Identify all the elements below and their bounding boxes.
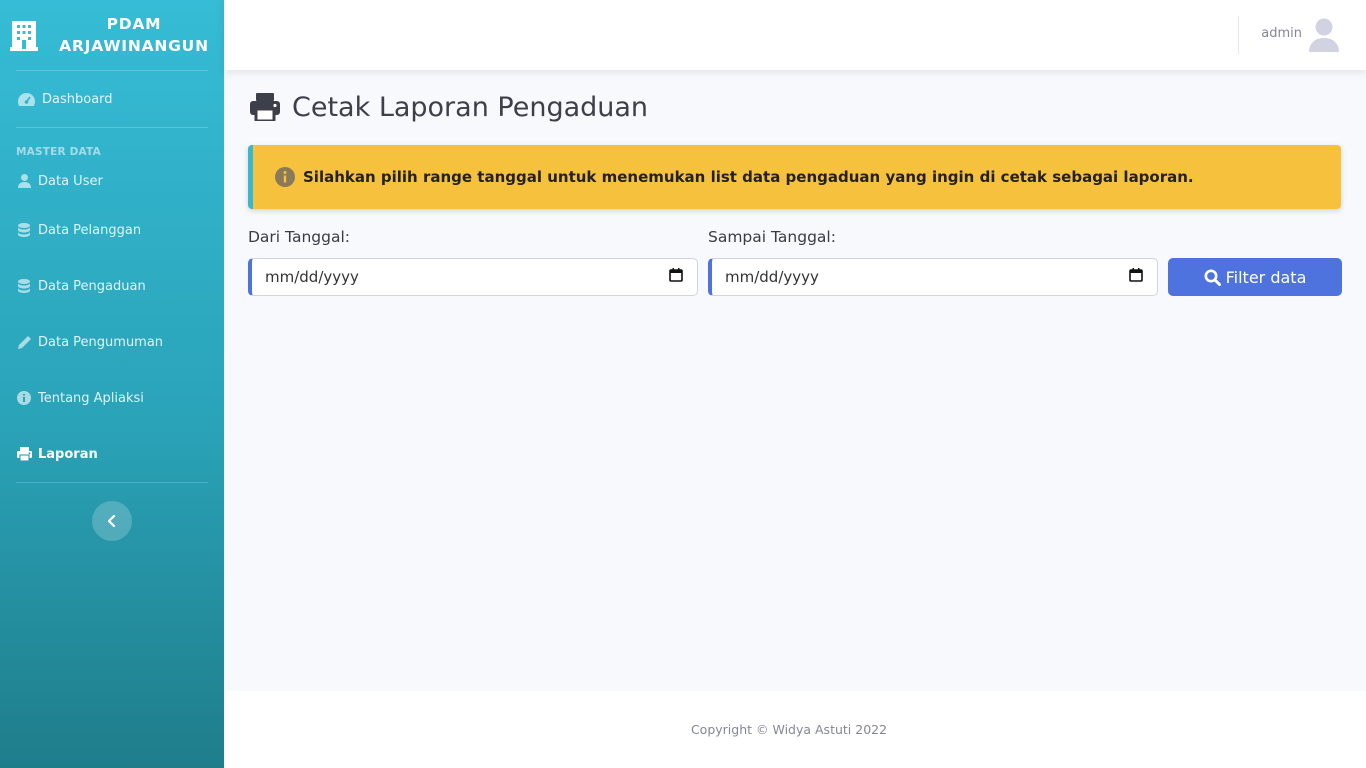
database-icon	[16, 278, 32, 294]
from-date-input[interactable]: mm/dd/yyyy	[248, 258, 698, 296]
sidebar-item-label: Data Pelanggan	[38, 222, 142, 238]
sidebar-item-data-user[interactable]: Data User	[0, 160, 224, 202]
print-icon	[250, 92, 280, 123]
copyright-text: Copyright © Widya Astuti 2022	[690, 722, 888, 737]
alert-text: Silahkan pilih range tanggal untuk menem…	[303, 168, 1194, 186]
filter-data-button[interactable]: Filter data	[1168, 258, 1342, 296]
sidebar-item-label: Data Pengaduan	[38, 278, 146, 294]
calendar-icon[interactable]	[1129, 268, 1143, 286]
topbar-divider	[1238, 16, 1239, 54]
user-avatar-icon[interactable]	[1308, 18, 1340, 52]
sidebar: PDAM ARJAWINANGUN Dashboard MASTER DATA …	[0, 0, 224, 768]
calendar-icon[interactable]	[669, 268, 683, 286]
pencil-icon	[16, 334, 32, 350]
page-title: Cetak Laporan Pengaduan	[250, 92, 648, 123]
info-circle-icon	[16, 390, 32, 406]
sidebar-item-label: Tentang Apliaksi	[38, 390, 144, 406]
topbar: admin	[224, 0, 1366, 70]
info-circle-icon	[275, 167, 295, 187]
print-icon	[16, 446, 32, 462]
main-content: Cetak Laporan Pengaduan Silahkan pilih r…	[224, 70, 1366, 691]
sidebar-item-tentang-aplikasi[interactable]: Tentang Apliaksi	[0, 370, 224, 426]
sidebar-item-data-pelanggan[interactable]: Data Pelanggan	[0, 202, 224, 258]
sidebar-item-data-pengumuman[interactable]: Data Pengumuman	[0, 314, 224, 370]
sidebar-item-laporan[interactable]: Laporan	[0, 426, 224, 482]
sidebar-item-label: Data Pengumuman	[38, 334, 164, 350]
user-icon	[16, 173, 32, 189]
sidebar-item-data-pengaduan[interactable]: Data Pengaduan	[0, 258, 224, 314]
sidebar-item-label: Data User	[38, 173, 103, 189]
to-date-label: Sampai Tanggal:	[708, 228, 836, 246]
building-icon	[10, 19, 38, 51]
sidebar-item-label: Dashboard	[42, 91, 113, 107]
sidebar-heading: MASTER DATA	[16, 146, 101, 158]
to-date-value: mm/dd/yyyy	[725, 268, 819, 286]
sidebar-toggle-button[interactable]	[92, 501, 132, 541]
search-icon	[1204, 269, 1221, 286]
info-alert: Silahkan pilih range tanggal untuk menem…	[248, 145, 1341, 209]
brand-name: PDAM ARJAWINANGUN	[44, 13, 224, 57]
user-name[interactable]: admin	[1261, 26, 1302, 41]
chevron-left-icon	[107, 512, 117, 531]
to-date-input[interactable]: mm/dd/yyyy	[708, 258, 1158, 296]
tachometer-icon	[17, 91, 35, 107]
from-date-value: mm/dd/yyyy	[265, 268, 359, 286]
brand-line-2: ARJAWINANGUN	[59, 37, 209, 55]
from-date-label: Dari Tanggal:	[248, 228, 350, 246]
footer: Copyright © Widya Astuti 2022	[224, 691, 1366, 768]
sidebar-divider	[16, 482, 208, 483]
filter-button-label: Filter data	[1225, 267, 1307, 287]
page-title-text: Cetak Laporan Pengaduan	[292, 92, 649, 123]
sidebar-item-dashboard[interactable]: Dashboard	[0, 71, 224, 127]
sidebar-item-label: Laporan	[38, 446, 98, 462]
brand-line-1: PDAM	[106, 15, 162, 33]
brand[interactable]: PDAM ARJAWINANGUN	[0, 0, 224, 70]
database-icon	[16, 222, 32, 238]
